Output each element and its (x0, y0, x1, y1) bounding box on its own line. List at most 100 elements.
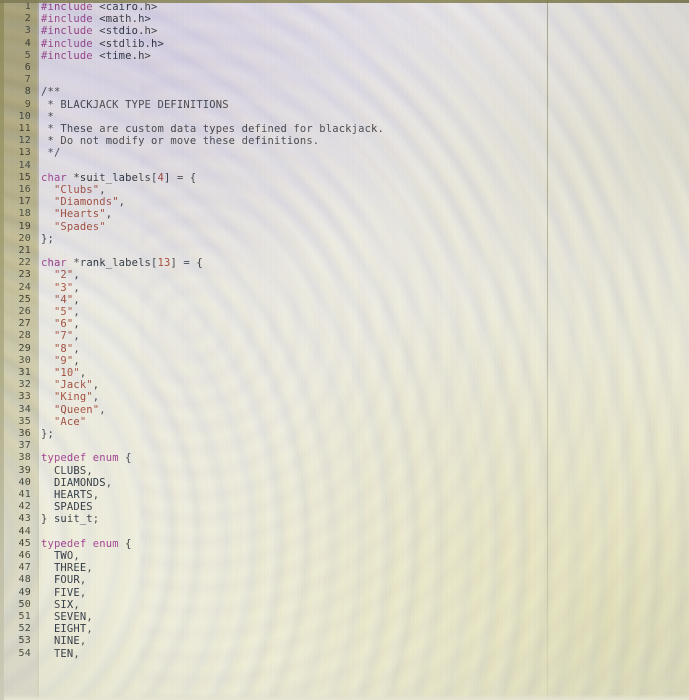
code-text[interactable]: "Queen", (41, 404, 106, 416)
code-text[interactable]: }; (41, 233, 54, 245)
code-line[interactable]: 18 "Hearts", (0, 208, 689, 220)
code-text[interactable]: "6", (41, 318, 80, 330)
code-line[interactable]: 13 */ (0, 147, 689, 159)
code-line[interactable]: 17 "Diamonds", (0, 196, 689, 208)
code-line[interactable]: 19 "Spades" (0, 221, 689, 233)
code-text[interactable]: * (41, 111, 54, 123)
code-text[interactable]: /** (41, 86, 60, 98)
code-text[interactable]: FOUR, (41, 574, 86, 586)
code-text[interactable]: typedef enum { (41, 452, 132, 464)
code-text[interactable]: }; (41, 428, 54, 440)
code-line[interactable]: 20}; (0, 233, 689, 245)
code-line[interactable]: 15 char *suit_labels[4] = { (0, 172, 689, 184)
code-line[interactable]: 14 (0, 160, 689, 172)
code-text[interactable]: SEVEN, (41, 611, 93, 623)
code-line[interactable]: 12 * Do not modify or move these definit… (0, 135, 689, 147)
code-text[interactable]: TEN, (41, 648, 80, 660)
code-line[interactable]: 5 #include <time.h> (0, 50, 689, 62)
code-text[interactable]: #include <time.h> (41, 50, 151, 62)
code-line[interactable]: 53 NINE, (0, 635, 689, 647)
code-line[interactable]: 38 typedef enum { (0, 452, 689, 464)
code-text[interactable]: typedef enum { (41, 538, 132, 550)
code-line[interactable]: 39 CLUBS, (0, 465, 689, 477)
code-line[interactable]: 51 SEVEN, (0, 611, 689, 623)
code-text[interactable]: "10", (41, 367, 86, 379)
code-line[interactable]: 9 * BLACKJACK TYPE DEFINITIONS (0, 99, 689, 111)
code-text[interactable]: #include <stdio.h> (41, 25, 158, 37)
code-text[interactable]: "Ace" (41, 416, 86, 428)
code-line[interactable]: 42 SPADES (0, 501, 689, 513)
code-text[interactable]: FIVE, (41, 587, 86, 599)
code-line[interactable]: 4 #include <stdlib.h> (0, 38, 689, 50)
code-text[interactable]: "8", (41, 343, 80, 355)
code-line[interactable]: 25 "4", (0, 294, 689, 306)
code-line[interactable]: 27 "6", (0, 318, 689, 330)
code-line[interactable]: 52 EIGHT, (0, 623, 689, 635)
code-line[interactable]: 28 "7", (0, 330, 689, 342)
code-line[interactable]: 43} suit_t; (0, 513, 689, 525)
code-line[interactable]: 30 "9", (0, 355, 689, 367)
code-line[interactable]: 29 "8", (0, 343, 689, 355)
code-text[interactable]: HEARTS, (41, 489, 99, 501)
code-text[interactable]: char *suit_labels[4] = { (41, 172, 196, 184)
code-line[interactable]: 33 "King", (0, 391, 689, 403)
code-line[interactable]: 40 DIAMONDS, (0, 477, 689, 489)
code-text[interactable]: #include <stdlib.h> (41, 38, 164, 50)
code-line[interactable]: 22 char *rank_labels[13] = { (0, 257, 689, 269)
code-text[interactable]: SIX, (41, 599, 80, 611)
code-line[interactable]: 21 (0, 245, 689, 257)
code-text[interactable]: #include <math.h> (41, 13, 151, 25)
code-line[interactable]: 23 "2", (0, 269, 689, 281)
code-line[interactable]: 2 #include <math.h> (0, 13, 689, 25)
code-text[interactable]: "2", (41, 269, 80, 281)
code-text[interactable]: "Spades" (41, 221, 106, 233)
code-text[interactable]: "7", (41, 330, 80, 342)
code-text[interactable]: "5", (41, 306, 80, 318)
code-text[interactable]: "9", (41, 355, 80, 367)
code-line[interactable]: 50 SIX, (0, 599, 689, 611)
code-text[interactable]: * Do not modify or move these definition… (41, 135, 319, 147)
code-line[interactable]: 31 "10", (0, 367, 689, 379)
code-line[interactable]: 11 * These are custom data types defined… (0, 123, 689, 135)
code-text[interactable]: CLUBS, (41, 465, 93, 477)
code-line[interactable]: 16 "Clubs", (0, 184, 689, 196)
code-text[interactable]: "King", (41, 391, 99, 403)
code-line[interactable]: 32 "Jack", (0, 379, 689, 391)
code-content-area[interactable]: 1 #include <cairo.h> 2 #include <math.h> 3 #i… (0, 0, 689, 700)
code-line[interactable]: 10 * (0, 111, 689, 123)
code-text[interactable]: "Jack", (41, 379, 99, 391)
code-line[interactable]: 36}; (0, 428, 689, 440)
code-text[interactable]: SPADES (41, 501, 93, 513)
code-line[interactable]: 46 TWO, (0, 550, 689, 562)
code-line[interactable]: 26 "5", (0, 306, 689, 318)
code-text[interactable]: "Diamonds", (41, 196, 125, 208)
code-line[interactable]: 6 (0, 62, 689, 74)
code-line[interactable]: 3 #include <stdio.h> (0, 25, 689, 37)
code-text[interactable]: EIGHT, (41, 623, 93, 635)
code-text[interactable]: * BLACKJACK TYPE DEFINITIONS (41, 99, 229, 111)
code-line[interactable]: 41 HEARTS, (0, 489, 689, 501)
code-line[interactable]: 49 FIVE, (0, 587, 689, 599)
code-text[interactable]: } suit_t; (41, 513, 99, 525)
code-line[interactable]: 44 (0, 526, 689, 538)
code-line[interactable]: 35 "Ace" (0, 416, 689, 428)
code-text[interactable]: TWO, (41, 550, 80, 562)
code-line[interactable]: 7 (0, 74, 689, 86)
code-text[interactable]: char *rank_labels[13] = { (41, 257, 203, 269)
code-text[interactable]: "Hearts", (41, 208, 112, 220)
code-text[interactable]: */ (41, 147, 60, 159)
code-line[interactable]: 47 THREE, (0, 562, 689, 574)
code-text[interactable]: "4", (41, 294, 80, 306)
code-line[interactable]: 24 "3", (0, 282, 689, 294)
code-text[interactable]: NINE, (41, 635, 86, 647)
code-line[interactable]: 34 "Queen", (0, 404, 689, 416)
code-line[interactable]: 48 FOUR, (0, 574, 689, 586)
code-text[interactable]: THREE, (41, 562, 93, 574)
code-line[interactable]: 37 (0, 440, 689, 452)
code-text[interactable]: "Clubs", (41, 184, 106, 196)
code-text[interactable]: DIAMONDS, (41, 477, 112, 489)
code-line[interactable]: 8 /** (0, 86, 689, 98)
code-text[interactable]: * These are custom data types defined fo… (41, 123, 384, 135)
code-line[interactable]: 45 typedef enum { (0, 538, 689, 550)
code-line[interactable]: 54 TEN, (0, 648, 689, 660)
